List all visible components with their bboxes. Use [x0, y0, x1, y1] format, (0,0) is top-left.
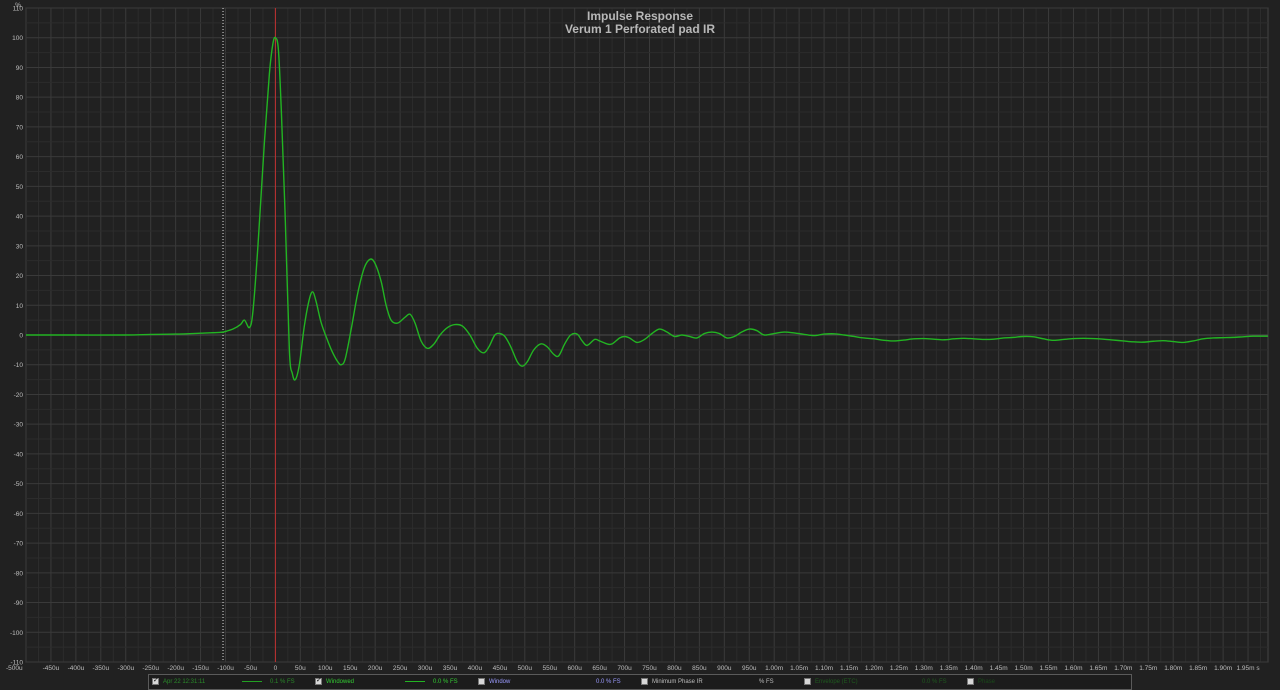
y-tick-label: -10 — [14, 362, 24, 369]
legend-bar: Apr 22 12:31:11 0.1 % FS Windowed 0.0 % FS W… — [148, 674, 1132, 690]
x-tick-label: 100u — [318, 665, 333, 672]
x-tick-label: 50u — [295, 665, 306, 672]
impulse-response-chart: -500u -450u -400u -350u -300u -250u -200u -150u… — [6, 2, 1269, 672]
x-tick-label: 1.60m — [1064, 665, 1082, 672]
y-tick-label: -100 — [10, 630, 23, 637]
x-tick-label: 1.90m — [1214, 665, 1232, 672]
x-tick-label: 1.55m — [1039, 665, 1057, 672]
legend-checkbox[interactable] — [804, 678, 811, 685]
x-tick-label: 1.80m — [1164, 665, 1182, 672]
x-tick-label: -450u — [43, 665, 60, 672]
y-tick-label: 90 — [16, 65, 24, 72]
y-tick-label: -60 — [14, 511, 24, 518]
legend-item-value: 0.0 % FS — [596, 679, 621, 685]
x-tick-label: 1.35m — [940, 665, 958, 672]
legend-item-name: Window — [489, 679, 511, 685]
x-tick-label: -300u — [117, 665, 134, 672]
x-tick-label: 500u — [518, 665, 533, 672]
x-tick-label: 1.30m — [915, 665, 933, 672]
x-tick-label: 1.05m — [790, 665, 808, 672]
x-tick-label: 850u — [692, 665, 707, 672]
legend-item-name: Apr 22 12:31:11 — [163, 679, 206, 685]
x-tick-label: 250u — [393, 665, 408, 672]
x-tick-label: 1.25m — [890, 665, 908, 672]
x-tick-label: 1.40m — [965, 665, 983, 672]
y-tick-label: -90 — [14, 600, 24, 607]
y-tick-label: -80 — [14, 570, 24, 577]
y-tick-label: -40 — [14, 451, 24, 458]
x-tick-label: -50u — [244, 665, 257, 672]
y-tick-label: -20 — [14, 392, 24, 399]
legend-item-name: Windowed — [326, 679, 355, 685]
y-tick-label: 10 — [16, 303, 24, 310]
x-tick-label: 1.10m — [815, 665, 833, 672]
y-tick-label: 40 — [16, 214, 24, 221]
x-tick-label: 1.50m — [1015, 665, 1033, 672]
legend-checkbox[interactable] — [967, 678, 974, 685]
legend-checkbox[interactable] — [641, 678, 648, 685]
x-tick-label: -100u — [217, 665, 234, 672]
x-tick-label: 950u — [742, 665, 757, 672]
x-tick-label: 1.20m — [865, 665, 883, 672]
x-tick-label: -400u — [68, 665, 85, 672]
legend-item-name: Minimum Phase IR — [652, 679, 703, 685]
chart-title: Impulse Response — [586, 9, 694, 23]
y-tick-label: 20 — [16, 273, 24, 280]
legend-item-value: 0.0 % FS — [922, 679, 947, 685]
x-tick-label: 900u — [717, 665, 732, 672]
y-tick-label: 0 — [19, 333, 23, 340]
y-tick-label: -50 — [14, 481, 24, 488]
x-tick-label: 150u — [343, 665, 358, 672]
x-tick-label: 200u — [368, 665, 383, 672]
x-tick-label: 1.15m — [840, 665, 858, 672]
x-tick-label: 400u — [468, 665, 483, 672]
legend-item-name: Envelope (ETC) — [815, 679, 858, 685]
y-axis-label: % — [15, 2, 21, 9]
x-tick-label: -200u — [167, 665, 184, 672]
x-tick-label: 1.85m — [1189, 665, 1207, 672]
x-tick-label: 1.95m s — [1236, 665, 1260, 672]
x-tick-label: 800u — [667, 665, 682, 672]
legend-checkbox[interactable] — [315, 676, 322, 685]
x-tick-label: 600u — [567, 665, 582, 672]
y-tick-label: -30 — [14, 422, 24, 429]
y-tick-label: 100 — [12, 35, 23, 42]
y-tick-label: 80 — [16, 95, 24, 102]
legend-checkbox[interactable] — [478, 678, 485, 685]
x-tick-label: 1.75m — [1139, 665, 1157, 672]
x-tick-label: 700u — [617, 665, 632, 672]
x-tick-label: 650u — [592, 665, 607, 672]
y-tick-label: 50 — [16, 184, 24, 191]
x-tick-label: -150u — [192, 665, 209, 672]
y-tick-label: 70 — [16, 124, 24, 131]
x-tick-label: -250u — [142, 665, 159, 672]
x-tick-label: 750u — [642, 665, 657, 672]
x-tick-label: 1.45m — [990, 665, 1008, 672]
x-tick-label: 350u — [443, 665, 458, 672]
legend-line-swatch — [242, 681, 262, 682]
legend-item-name: Phase — [978, 679, 996, 685]
legend-item-value: 0.0 % FS — [433, 679, 458, 685]
y-tick-label: 60 — [16, 154, 24, 161]
legend-line-swatch — [405, 681, 425, 682]
legend-item-value: 0.1 % FS — [270, 679, 295, 685]
chart-subtitle: Verum 1 Perforated pad IR — [564, 22, 716, 36]
x-tick-label: 300u — [418, 665, 433, 672]
x-tick-label: 1.70m — [1114, 665, 1132, 672]
y-tick-label: -70 — [14, 541, 24, 548]
x-tick-label: 450u — [493, 665, 508, 672]
x-tick-label: 0 — [274, 665, 278, 672]
x-tick-label: 550u — [543, 665, 558, 672]
x-tick-label: -350u — [93, 665, 110, 672]
y-tick-label: -110 — [10, 660, 23, 667]
y-tick-label: 30 — [16, 243, 24, 250]
legend-item-value: % FS — [759, 679, 774, 685]
legend-checkbox[interactable] — [152, 676, 159, 685]
x-tick-label: 1.65m — [1089, 665, 1107, 672]
x-tick-label: 1.00m — [765, 665, 783, 672]
